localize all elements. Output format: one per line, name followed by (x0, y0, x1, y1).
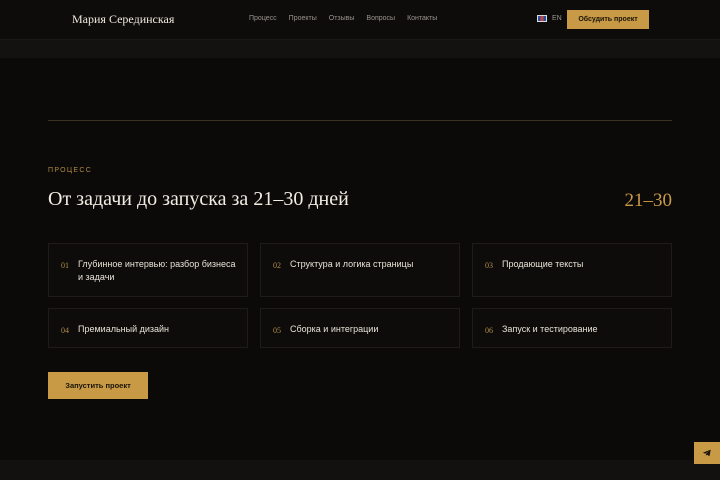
step-number: 03 (485, 261, 493, 270)
step-label: Глубинное интервью: разбор бизнеса и зад… (78, 259, 236, 282)
launch-project-button[interactable]: Запустить проект (48, 372, 148, 399)
discuss-project-button[interactable]: Обсудить проект (567, 10, 649, 29)
step-label: Структура и логика страницы (290, 259, 414, 269)
section-divider (48, 120, 672, 121)
nav-item-process[interactable]: Процесс (249, 15, 277, 22)
next-section-edge (0, 460, 720, 480)
header-subbar (0, 40, 720, 58)
brand-logo[interactable]: Мария Серединская (72, 12, 174, 27)
main-nav: Процесс Проекты Отзывы Вопросы Контакты (249, 15, 437, 22)
step-label: Сборка и интеграции (290, 324, 379, 334)
step-card: 06 Запуск и тестирование (472, 308, 672, 348)
language-switch[interactable]: EN (537, 15, 562, 22)
step-number: 01 (61, 261, 69, 270)
step-card: 04 Премиальный дизайн (48, 308, 248, 348)
step-card: 02 Структура и логика страницы (260, 243, 460, 297)
section-title: От задачи до запуска за 21–30 дней (48, 188, 349, 210)
nav-item-faq[interactable]: Вопросы (366, 15, 395, 22)
language-label: EN (552, 15, 562, 22)
step-number: 05 (273, 326, 281, 335)
nav-item-reviews[interactable]: Отзывы (329, 15, 355, 22)
step-card: 01 Глубинное интервью: разбор бизнеса и … (48, 243, 248, 297)
nav-item-contacts[interactable]: Контакты (407, 15, 437, 22)
step-label: Премиальный дизайн (78, 324, 170, 334)
step-number: 02 (273, 261, 281, 270)
step-number: 04 (61, 326, 69, 335)
step-number: 06 (485, 326, 493, 335)
uk-flag-icon (537, 15, 547, 22)
site-header: Мария Серединская Процесс Проекты Отзывы… (0, 0, 720, 40)
step-label: Запуск и тестирование (502, 324, 598, 334)
step-card: 03 Продающие тексты (472, 243, 672, 297)
telegram-button[interactable] (694, 442, 720, 464)
section-eyebrow: ПРОЦЕСС (48, 167, 93, 174)
step-card: 05 Сборка и интеграции (260, 308, 460, 348)
step-label: Продающие тексты (502, 259, 584, 269)
days-range: 21–30 (624, 190, 673, 211)
telegram-icon (702, 449, 711, 457)
nav-item-projects[interactable]: Проекты (289, 15, 317, 22)
